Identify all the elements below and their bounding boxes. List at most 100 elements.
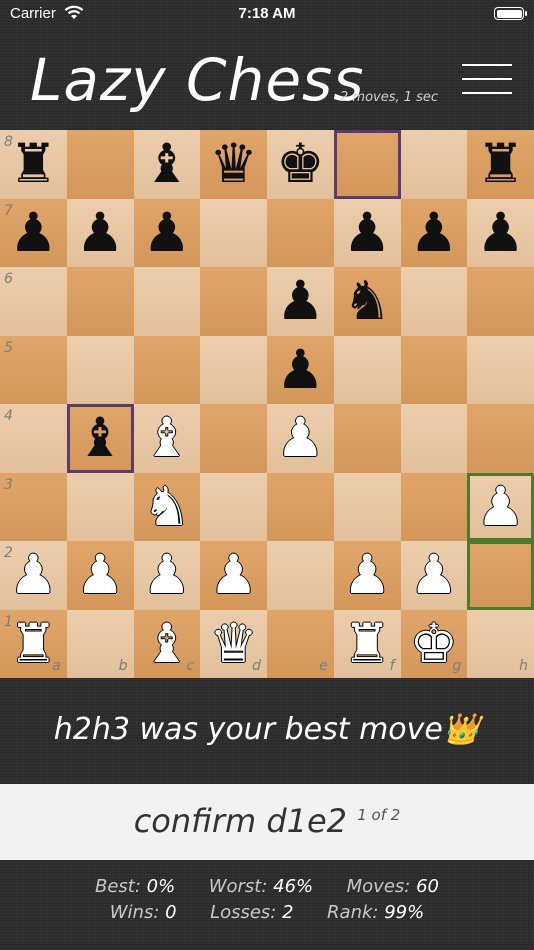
square-d7[interactable] [200, 198, 267, 267]
app-title: Lazy Chess [30, 46, 365, 114]
square-e2[interactable] [267, 541, 334, 610]
square-a1[interactable]: ♜ 1 a [0, 609, 67, 678]
square-g4[interactable] [400, 404, 468, 473]
square-g6[interactable] [400, 267, 468, 336]
best-value: 0% [146, 876, 176, 897]
square-a7[interactable]: ♟ 7 [0, 198, 67, 267]
square-d3[interactable] [200, 472, 267, 541]
square-d5[interactable] [200, 335, 267, 404]
black-pawn-icon[interactable]: ♟ [134, 199, 201, 268]
square-e3[interactable] [267, 472, 334, 541]
file-label: e [319, 658, 328, 674]
square-h4[interactable] [467, 404, 534, 473]
square-h1[interactable]: h [467, 609, 534, 678]
square-h2[interactable] [467, 541, 534, 610]
square-c8[interactable]: ♝ [133, 130, 201, 199]
square-f5[interactable] [333, 335, 401, 404]
square-a2[interactable]: ♟ 2 [0, 541, 67, 610]
square-g3[interactable] [400, 472, 468, 541]
square-f3[interactable] [333, 472, 401, 541]
menu-button[interactable] [462, 62, 514, 96]
square-b7[interactable]: ♟ [66, 198, 134, 268]
square-f6[interactable]: ♞ [333, 267, 401, 336]
square-b5[interactable] [66, 335, 134, 404]
black-pawn-icon[interactable]: ♟ [267, 267, 334, 336]
white-bishop-icon[interactable]: ♝ [134, 404, 201, 473]
rank-label: 7 [4, 202, 13, 219]
square-g2[interactable]: ♟ [400, 541, 468, 610]
square-b3[interactable] [66, 472, 134, 541]
square-e1[interactable]: e [267, 609, 334, 678]
square-c1[interactable]: ♝ c [133, 609, 201, 678]
white-pawn-icon[interactable]: ♟ [267, 404, 334, 473]
square-h3[interactable]: ♟ [467, 472, 534, 541]
black-knight-icon[interactable]: ♞ [334, 267, 401, 336]
square-f2[interactable]: ♟ [333, 541, 401, 610]
square-h7[interactable]: ♟ [467, 198, 534, 268]
square-g5[interactable] [400, 335, 468, 404]
chess-board[interactable]: ♜ 8 ♝ ♛ ♚ ♜ ♟ 7 ♟ ♟ ♟ ♟ ♟ 6 ♟ ♞ 5 ♟ 4 ♝ ♝ ♟ 3 ♞ ♟ ♟ 2 ♟ ♟ ♟ ♟ ♟ ♜ 1 a b ♝ c ♛ d… [0, 130, 534, 678]
square-b2[interactable]: ♟ [66, 541, 134, 610]
white-pawn-icon[interactable]: ♟ [67, 541, 134, 610]
white-pawn-icon[interactable]: ♟ [470, 476, 531, 539]
square-b8[interactable] [66, 130, 134, 199]
square-h5[interactable] [467, 335, 534, 404]
square-d4[interactable] [200, 404, 267, 473]
square-c6[interactable] [133, 267, 201, 336]
square-a6[interactable]: 6 [0, 267, 67, 336]
square-h6[interactable] [467, 267, 534, 336]
square-b4[interactable]: ♝ [66, 404, 134, 473]
square-e4[interactable]: ♟ [267, 404, 334, 473]
confirm-button[interactable]: confirm d1e2 1 of 2 [0, 784, 534, 860]
square-e8[interactable]: ♚ [267, 130, 334, 199]
square-g8[interactable] [400, 130, 468, 199]
black-king-icon[interactable]: ♚ [267, 130, 334, 199]
square-g1[interactable]: ♚ g [400, 609, 468, 678]
square-g7[interactable]: ♟ [400, 198, 468, 268]
black-pawn-icon[interactable]: ♟ [67, 199, 134, 268]
move-feedback: h2h3 was your best move👑 [0, 712, 534, 747]
square-a8[interactable]: ♜ 8 [0, 130, 67, 199]
white-pawn-icon[interactable]: ♟ [334, 541, 401, 610]
battery-icon [494, 7, 527, 20]
square-a5[interactable]: 5 [0, 335, 67, 404]
square-e6[interactable]: ♟ [267, 267, 334, 336]
white-pawn-icon[interactable]: ♟ [401, 541, 468, 610]
black-pawn-icon[interactable]: ♟ [267, 336, 334, 405]
square-e7[interactable] [267, 198, 334, 267]
square-f4[interactable] [333, 404, 401, 473]
square-f1[interactable]: ♜ f [333, 609, 401, 678]
stats-row-2: Wins: 0 Losses: 2 Rank: 99% [0, 900, 534, 926]
rank-label: 2 [4, 545, 13, 561]
square-b6[interactable] [66, 267, 134, 336]
black-pawn-icon[interactable]: ♟ [334, 199, 401, 268]
black-queen-icon[interactable]: ♛ [200, 130, 267, 199]
white-pawn-icon[interactable]: ♟ [200, 541, 267, 610]
black-bishop-icon[interactable]: ♝ [134, 130, 201, 199]
black-pawn-icon[interactable]: ♟ [401, 199, 468, 268]
square-d8[interactable]: ♛ [200, 130, 267, 199]
square-d6[interactable] [200, 267, 267, 336]
file-label: d [252, 658, 261, 674]
square-h8[interactable]: ♜ [467, 130, 534, 199]
white-pawn-icon[interactable]: ♟ [134, 541, 201, 610]
square-c3[interactable]: ♞ [133, 472, 201, 542]
square-c7[interactable]: ♟ [133, 198, 201, 268]
square-c2[interactable]: ♟ [133, 541, 201, 610]
square-f7[interactable]: ♟ [333, 198, 401, 268]
square-a4[interactable]: 4 [0, 404, 67, 473]
rank-label: 8 [4, 134, 13, 150]
square-c4[interactable]: ♝ [133, 404, 201, 473]
black-rook-icon[interactable]: ♜ [467, 130, 534, 199]
black-pawn-icon[interactable]: ♟ [467, 199, 534, 268]
square-c5[interactable] [133, 335, 201, 404]
best-label: Best: [95, 876, 141, 897]
square-d1[interactable]: ♛ d [200, 609, 267, 678]
square-e5[interactable]: ♟ [267, 335, 334, 405]
white-knight-icon[interactable]: ♞ [134, 473, 201, 542]
square-b1[interactable]: b [66, 609, 134, 678]
square-a3[interactable]: 3 [0, 472, 67, 541]
square-f8[interactable] [333, 130, 401, 199]
black-bishop-icon[interactable]: ♝ [70, 407, 131, 470]
square-d2[interactable]: ♟ [200, 541, 267, 610]
